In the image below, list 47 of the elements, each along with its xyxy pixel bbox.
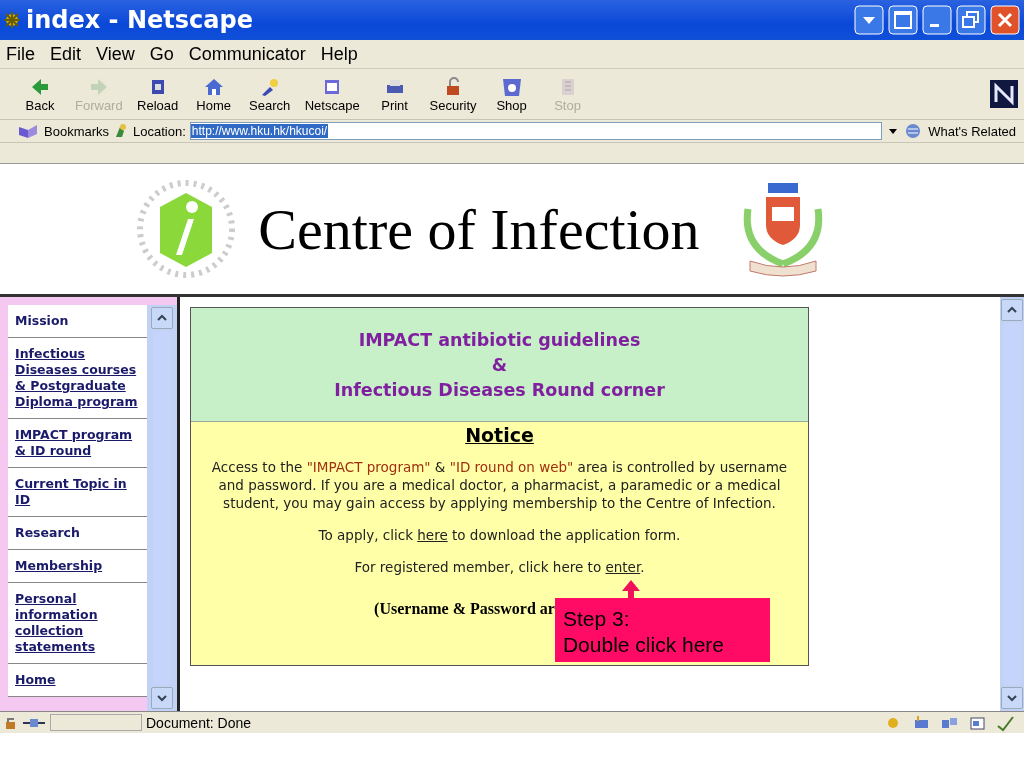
scroll-down-icon[interactable] xyxy=(1001,687,1023,709)
scroll-up-icon[interactable] xyxy=(151,307,173,329)
toolbar-button[interactable]: Shop xyxy=(483,75,540,113)
location-label: Location: xyxy=(133,123,186,139)
app-icon xyxy=(2,10,22,30)
menu-item[interactable]: File xyxy=(4,43,42,65)
arrow-icon xyxy=(620,580,641,600)
menu-item[interactable]: Communicator xyxy=(186,43,313,65)
centre-logo-icon xyxy=(136,179,237,279)
callout-text: Double click here xyxy=(562,632,725,658)
close-icon[interactable] xyxy=(990,5,1020,35)
restore-icon[interactable] xyxy=(956,5,986,35)
note-text: (Username & Password ar xyxy=(374,600,555,618)
heading-text: & xyxy=(490,354,509,377)
link[interactable]: here xyxy=(417,527,448,543)
window-title: index - Netscape xyxy=(26,6,253,34)
lock-icon xyxy=(4,715,18,730)
callout-text: Step 3: xyxy=(562,606,631,632)
toolbar-button[interactable]: Print xyxy=(366,75,423,113)
heading-text: IMPACT antibiotic guidelines xyxy=(357,329,642,352)
bookmarks-icon xyxy=(18,123,40,139)
toolbar-button[interactable]: Search xyxy=(241,75,298,113)
minimize-icon[interactable] xyxy=(922,5,952,35)
menu-item[interactable]: Go xyxy=(147,43,181,65)
site-title: Centre of Infection xyxy=(258,195,700,263)
heading-text: Infectious Diseases Round corner xyxy=(333,379,666,402)
location-field[interactable]: http://www.hku.hk/hkucoi/ xyxy=(189,122,883,140)
bookmarks-button[interactable]: Bookmarks xyxy=(44,123,110,139)
scroll-down-icon[interactable] xyxy=(151,687,173,709)
toolbar-button[interactable]: Home xyxy=(185,75,242,113)
notice-title: Notice xyxy=(464,424,535,446)
toolbar-button[interactable]: Security xyxy=(422,75,484,113)
menu-item[interactable]: Help xyxy=(318,43,365,65)
apply-sentence: To apply, click here to download the application form. xyxy=(317,526,682,544)
toolbar-button[interactable]: Back xyxy=(12,75,68,113)
status-text: Document: Done xyxy=(146,714,253,731)
enter-sentence: For registered member, click here to enter. xyxy=(353,558,646,576)
menu-item[interactable]: Edit xyxy=(48,43,89,65)
scroll-up-icon[interactable] xyxy=(1001,299,1023,321)
whats-related-button[interactable]: What's Related xyxy=(928,123,1016,139)
toolbar-button[interactable]: Reload xyxy=(129,75,186,113)
menu-item[interactable]: View xyxy=(94,43,142,65)
netscape-logo-icon xyxy=(990,80,1018,108)
toolbar-button[interactable]: Netscape xyxy=(297,75,367,113)
notice-paragraph: Access to the "IMPACT program" & "ID round on web" area is controlled by username and password. If you are a medical doctor, a pharmacist, a paramedic or a medical student, you may gain access by applying membership to the Centre of Infection. xyxy=(210,458,789,512)
window-icon[interactable] xyxy=(888,5,918,35)
link[interactable]: enter xyxy=(605,559,641,575)
